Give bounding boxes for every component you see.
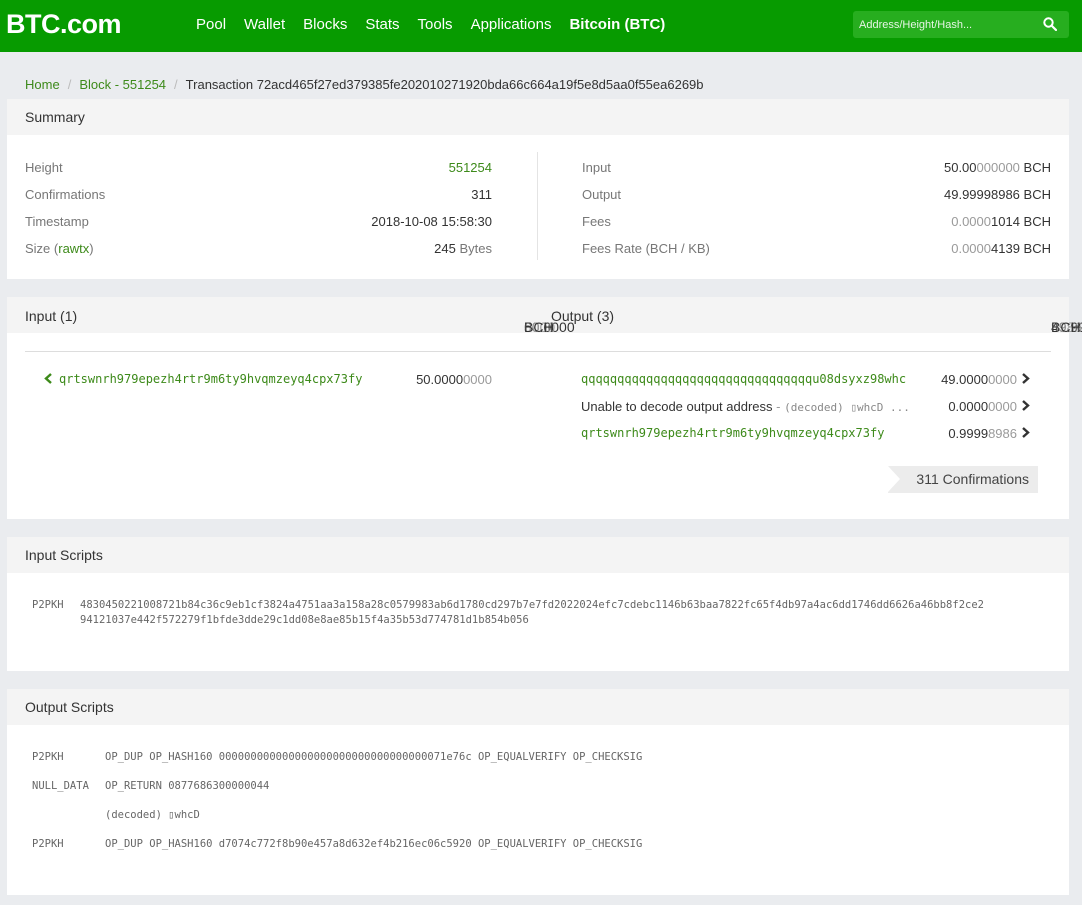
main-nav: Pool Wallet Blocks Stats Tools Applicati…	[196, 16, 683, 33]
script-type: P2PKH	[32, 599, 64, 611]
fees-rate-dim: 0.0000	[951, 241, 991, 256]
input-amount-main: 50.0000	[416, 372, 464, 387]
input-amount-dim: 0000	[463, 372, 492, 387]
btc-com-logo[interactable]: BTC.com	[6, 9, 122, 40]
input-script-line: 4830450221008721b84c36c9eb1cf3824a4751aa…	[80, 599, 984, 611]
breadcrumb-separator: /	[67, 77, 72, 92]
output-undecoded: Unable to decode output address - (decod…	[581, 399, 910, 414]
input-count-title: Input (1)	[25, 308, 78, 324]
search-icon[interactable]	[1043, 17, 1057, 31]
nav-bitcoin-btc[interactable]: Bitcoin (BTC)	[569, 16, 665, 33]
nav-tools[interactable]: Tools	[418, 16, 453, 33]
output-amount-main: 49.0000	[941, 372, 989, 387]
undecoded-sep: -	[772, 399, 785, 414]
search-input[interactable]	[853, 11, 1038, 38]
input-script-line: 94121037e442f572279f1bfde3dde29c1dd08e8a…	[80, 614, 529, 626]
fees-rate-main: 4139	[991, 241, 1020, 256]
chevron-right-icon[interactable]	[1021, 427, 1030, 438]
script-type: P2PKH	[32, 838, 64, 850]
input-scripts-title: Input Scripts	[7, 537, 1069, 573]
input-value-main: 50.00	[943, 160, 977, 175]
size-unit: Bytes	[459, 241, 492, 256]
rawtx-link[interactable]: rawtx	[58, 241, 89, 256]
output-value: 49.99998986 BCH	[851, 187, 1051, 202]
fees-rate-label: Fees Rate (BCH / KB)	[582, 241, 710, 256]
output-amount: 0.00000000	[917, 399, 1017, 414]
size-label-text: Size (	[25, 241, 59, 256]
height-value[interactable]: 551254	[391, 160, 492, 175]
nav-stats[interactable]: Stats	[365, 16, 399, 33]
fees-rate-unit: BCH	[1023, 241, 1051, 256]
input-label: Input	[582, 160, 611, 175]
output-amount-main: 0.0000	[948, 399, 989, 414]
timestamp-label: Timestamp	[25, 214, 89, 229]
timestamp-value: 2018-10-08 15:58:30	[371, 214, 492, 229]
io-header: Input (1) 50.0000 0000 BCH Output (3) 49.…	[7, 297, 1082, 335]
output-scripts-panel: Output Scripts P2PKH OP_DUP OP_HASH160 0…	[7, 689, 1069, 895]
nav-applications[interactable]: Applications	[471, 16, 552, 33]
top-navbar: BTC.com Pool Wallet Blocks Stats Tools A…	[0, 0, 1082, 52]
output-amount-main: 0.9999	[948, 426, 989, 441]
io-divider	[25, 351, 1051, 352]
input-address[interactable]: qrtswnrh979epezh4rtr9m6ty9hvqmzeyq4cpx73…	[59, 372, 362, 386]
summary-title: Summary	[7, 99, 1069, 135]
output-script: OP_DUP OP_HASH160 0000000000000000000000…	[105, 751, 643, 763]
chevron-right-icon[interactable]	[1021, 400, 1030, 411]
fees-label: Fees	[582, 214, 611, 229]
size-number: 245	[434, 241, 456, 256]
breadcrumb: Home / Block - 551254 / Transaction 72acd465…	[25, 77, 704, 92]
output-script: OP_RETURN 0877686300000044	[105, 780, 270, 792]
output-address[interactable]: qrtswnrh979epezh4rtr9m6ty9hvqmzeyq4cpx73…	[581, 426, 884, 440]
output-amount-dim: 0000	[988, 399, 1017, 414]
input-value: 50.00000000 BCH	[851, 160, 1051, 175]
size-label-close: )	[89, 241, 94, 256]
nav-wallet[interactable]: Wallet	[244, 16, 285, 33]
output-amount-dim: 8986	[988, 426, 1017, 441]
output-amount: 49.00000000	[917, 372, 1017, 387]
breadcrumb-current: Transaction 72acd465f27ed379385fe2020102…	[185, 77, 704, 92]
chevron-right-icon[interactable]	[1021, 373, 1030, 384]
input-scripts-panel: Input Scripts P2PKH 4830450221008721b84c…	[7, 537, 1069, 671]
output-unit: BCH	[1023, 187, 1051, 202]
input-value-dim: 000000	[976, 160, 1020, 175]
fees-value: 0.00001014 BCH	[851, 214, 1051, 229]
script-type: NULL_DATA	[32, 780, 89, 792]
breadcrumb-separator: /	[174, 77, 178, 92]
script-type: P2PKH	[32, 751, 64, 763]
fees-value-dim: 0.0000	[951, 214, 991, 229]
output-scripts-title: Output Scripts	[7, 689, 1069, 725]
output-script: OP_DUP OP_HASH160 d7074c772f8b90e457a8d6…	[105, 838, 643, 850]
summary-divider	[537, 152, 538, 260]
size-label: Size (rawtx)	[25, 241, 94, 256]
search-box	[853, 11, 1069, 38]
fees-rate-value: 0.00004139 BCH	[851, 241, 1051, 256]
output-value-main: 49.99998986	[944, 187, 1020, 202]
confirmations-value: 311	[471, 187, 492, 202]
summary-panel: Summary Height 551254 Confirmations 311 …	[7, 99, 1069, 279]
input-output-panel: Input (1) 50.0000 0000 BCH Output (3) 49.…	[7, 297, 1082, 519]
output-amount: 0.99998986	[917, 426, 1017, 441]
height-label: Height	[25, 160, 63, 175]
undecoded-label: Unable to decode output address	[581, 399, 773, 414]
output-amount-dim: 0000	[988, 372, 1017, 387]
nav-blocks[interactable]: Blocks	[303, 16, 347, 33]
output-total-unit: BCH	[1051, 319, 1081, 335]
confirmations-label: Confirmations	[25, 187, 106, 202]
breadcrumb-home[interactable]: Home	[25, 77, 60, 92]
fees-value-main: 1014	[991, 214, 1020, 229]
fees-unit: BCH	[1023, 214, 1051, 229]
confirmations-badge: 311 Confirmations	[888, 466, 1038, 493]
chevron-left-icon[interactable]	[44, 373, 53, 384]
size-value: 245 Bytes	[391, 241, 492, 256]
decoded-data: (decoded) ▯whcD ...	[784, 401, 910, 414]
breadcrumb-block[interactable]: Block - 551254	[79, 77, 166, 92]
input-unit: BCH	[1023, 160, 1051, 175]
input-total-unit: BCH	[524, 319, 554, 335]
output-address[interactable]: qqqqqqqqqqqqqqqqqqqqqqqqqqqqqqqqu08dsyxz…	[581, 372, 906, 386]
nav-pool[interactable]: Pool	[196, 16, 226, 33]
output-count-title: Output (3)	[551, 308, 615, 324]
output-script-decoded: (decoded) ▯whcD	[105, 809, 200, 821]
output-label: Output	[582, 187, 622, 202]
input-amount: 50.00000000	[402, 372, 492, 387]
